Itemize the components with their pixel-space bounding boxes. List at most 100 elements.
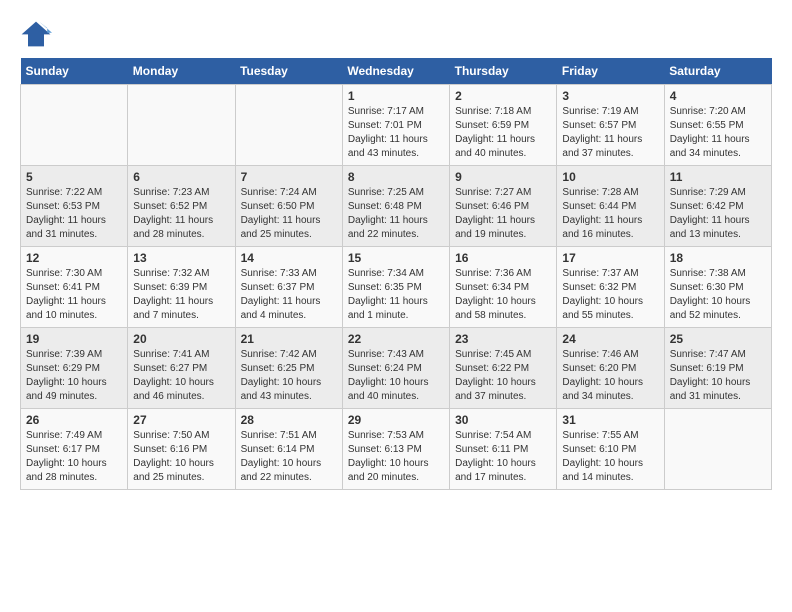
day-info: Sunrise: 7:33 AM Sunset: 6:37 PM Dayligh…: [241, 267, 337, 323]
day-info: Sunrise: 7:18 AM Sunset: 6:59 PM Dayligh…: [455, 105, 551, 161]
calendar-cell: [21, 85, 128, 166]
day-info: Sunrise: 7:41 AM Sunset: 6:27 PM Dayligh…: [133, 348, 229, 404]
day-number: 28: [241, 413, 337, 427]
day-info: Sunrise: 7:20 AM Sunset: 6:55 PM Dayligh…: [670, 105, 766, 161]
calendar-cell: [664, 409, 771, 490]
calendar-table: SundayMondayTuesdayWednesdayThursdayFrid…: [20, 58, 772, 490]
day-info: Sunrise: 7:24 AM Sunset: 6:50 PM Dayligh…: [241, 186, 337, 242]
day-number: 25: [670, 332, 766, 346]
day-number: 16: [455, 251, 551, 265]
calendar-cell: 13 Sunrise: 7:32 AM Sunset: 6:39 PM Dayli…: [128, 247, 235, 328]
logo-icon: [20, 20, 52, 48]
day-info: Sunrise: 7:51 AM Sunset: 6:14 PM Dayligh…: [241, 429, 337, 485]
calendar-cell: 22 Sunrise: 7:43 AM Sunset: 6:24 PM Dayli…: [342, 328, 449, 409]
day-number: 2: [455, 89, 551, 103]
calendar-cell: 28 Sunrise: 7:51 AM Sunset: 6:14 PM Dayli…: [235, 409, 342, 490]
calendar-cell: 6 Sunrise: 7:23 AM Sunset: 6:52 PM Daylig…: [128, 166, 235, 247]
day-number: 13: [133, 251, 229, 265]
calendar-week-5: 26 Sunrise: 7:49 AM Sunset: 6:17 PM Dayli…: [21, 409, 772, 490]
day-info: Sunrise: 7:49 AM Sunset: 6:17 PM Dayligh…: [26, 429, 122, 485]
page-header: [20, 20, 772, 48]
day-number: 17: [562, 251, 658, 265]
calendar-cell: 3 Sunrise: 7:19 AM Sunset: 6:57 PM Daylig…: [557, 85, 664, 166]
day-info: Sunrise: 7:53 AM Sunset: 6:13 PM Dayligh…: [348, 429, 444, 485]
day-number: 30: [455, 413, 551, 427]
day-number: 31: [562, 413, 658, 427]
day-number: 7: [241, 170, 337, 184]
day-info: Sunrise: 7:47 AM Sunset: 6:19 PM Dayligh…: [670, 348, 766, 404]
day-info: Sunrise: 7:50 AM Sunset: 6:16 PM Dayligh…: [133, 429, 229, 485]
calendar-week-4: 19 Sunrise: 7:39 AM Sunset: 6:29 PM Dayli…: [21, 328, 772, 409]
day-number: 14: [241, 251, 337, 265]
weekday-header-monday: Monday: [128, 58, 235, 85]
day-info: Sunrise: 7:28 AM Sunset: 6:44 PM Dayligh…: [562, 186, 658, 242]
day-number: 26: [26, 413, 122, 427]
calendar-week-1: 1 Sunrise: 7:17 AM Sunset: 7:01 PM Daylig…: [21, 85, 772, 166]
day-info: Sunrise: 7:54 AM Sunset: 6:11 PM Dayligh…: [455, 429, 551, 485]
calendar-cell: 5 Sunrise: 7:22 AM Sunset: 6:53 PM Daylig…: [21, 166, 128, 247]
weekday-header-wednesday: Wednesday: [342, 58, 449, 85]
day-number: 23: [455, 332, 551, 346]
day-info: Sunrise: 7:29 AM Sunset: 6:42 PM Dayligh…: [670, 186, 766, 242]
day-info: Sunrise: 7:55 AM Sunset: 6:10 PM Dayligh…: [562, 429, 658, 485]
calendar-cell: 29 Sunrise: 7:53 AM Sunset: 6:13 PM Dayli…: [342, 409, 449, 490]
day-info: Sunrise: 7:17 AM Sunset: 7:01 PM Dayligh…: [348, 105, 444, 161]
calendar-cell: 15 Sunrise: 7:34 AM Sunset: 6:35 PM Dayli…: [342, 247, 449, 328]
day-number: 18: [670, 251, 766, 265]
calendar-cell: 31 Sunrise: 7:55 AM Sunset: 6:10 PM Dayli…: [557, 409, 664, 490]
day-info: Sunrise: 7:45 AM Sunset: 6:22 PM Dayligh…: [455, 348, 551, 404]
calendar-cell: 21 Sunrise: 7:42 AM Sunset: 6:25 PM Dayli…: [235, 328, 342, 409]
day-info: Sunrise: 7:42 AM Sunset: 6:25 PM Dayligh…: [241, 348, 337, 404]
calendar-cell: 18 Sunrise: 7:38 AM Sunset: 6:30 PM Dayli…: [664, 247, 771, 328]
day-info: Sunrise: 7:34 AM Sunset: 6:35 PM Dayligh…: [348, 267, 444, 323]
day-number: 4: [670, 89, 766, 103]
day-number: 29: [348, 413, 444, 427]
calendar-cell: 17 Sunrise: 7:37 AM Sunset: 6:32 PM Dayli…: [557, 247, 664, 328]
calendar-cell: 4 Sunrise: 7:20 AM Sunset: 6:55 PM Daylig…: [664, 85, 771, 166]
day-number: 22: [348, 332, 444, 346]
calendar-cell: 1 Sunrise: 7:17 AM Sunset: 7:01 PM Daylig…: [342, 85, 449, 166]
calendar-cell: 10 Sunrise: 7:28 AM Sunset: 6:44 PM Dayli…: [557, 166, 664, 247]
day-number: 12: [26, 251, 122, 265]
day-number: 24: [562, 332, 658, 346]
day-info: Sunrise: 7:39 AM Sunset: 6:29 PM Dayligh…: [26, 348, 122, 404]
calendar-cell: 24 Sunrise: 7:46 AM Sunset: 6:20 PM Dayli…: [557, 328, 664, 409]
day-info: Sunrise: 7:36 AM Sunset: 6:34 PM Dayligh…: [455, 267, 551, 323]
weekday-header-saturday: Saturday: [664, 58, 771, 85]
day-number: 19: [26, 332, 122, 346]
day-number: 3: [562, 89, 658, 103]
calendar-cell: [235, 85, 342, 166]
calendar-week-3: 12 Sunrise: 7:30 AM Sunset: 6:41 PM Dayli…: [21, 247, 772, 328]
day-info: Sunrise: 7:32 AM Sunset: 6:39 PM Dayligh…: [133, 267, 229, 323]
day-info: Sunrise: 7:25 AM Sunset: 6:48 PM Dayligh…: [348, 186, 444, 242]
logo: [20, 20, 56, 48]
calendar-cell: 9Sunrise: 7:27 AM Sunset: 6:46 PM Daylig…: [450, 166, 557, 247]
day-number: 15: [348, 251, 444, 265]
calendar-cell: [128, 85, 235, 166]
calendar-cell: 14 Sunrise: 7:33 AM Sunset: 6:37 PM Dayli…: [235, 247, 342, 328]
weekday-header-thursday: Thursday: [450, 58, 557, 85]
day-info: Sunrise: 7:22 AM Sunset: 6:53 PM Dayligh…: [26, 186, 122, 242]
day-number: 6: [133, 170, 229, 184]
weekday-header-row: SundayMondayTuesdayWednesdayThursdayFrid…: [21, 58, 772, 85]
day-number: 5: [26, 170, 122, 184]
calendar-week-2: 5 Sunrise: 7:22 AM Sunset: 6:53 PM Daylig…: [21, 166, 772, 247]
day-info: Sunrise: 7:23 AM Sunset: 6:52 PM Dayligh…: [133, 186, 229, 242]
day-number: 1: [348, 89, 444, 103]
day-number: 21: [241, 332, 337, 346]
calendar-cell: 11Sunrise: 7:29 AM Sunset: 6:42 PM Dayli…: [664, 166, 771, 247]
weekday-header-tuesday: Tuesday: [235, 58, 342, 85]
day-info: Sunrise: 7:37 AM Sunset: 6:32 PM Dayligh…: [562, 267, 658, 323]
day-info: Sunrise: 7:27 AM Sunset: 6:46 PM Dayligh…: [455, 186, 551, 242]
calendar-cell: 19 Sunrise: 7:39 AM Sunset: 6:29 PM Dayli…: [21, 328, 128, 409]
calendar-cell: 8 Sunrise: 7:25 AM Sunset: 6:48 PM Daylig…: [342, 166, 449, 247]
day-info: Sunrise: 7:43 AM Sunset: 6:24 PM Dayligh…: [348, 348, 444, 404]
day-number: 10: [562, 170, 658, 184]
day-info: Sunrise: 7:46 AM Sunset: 6:20 PM Dayligh…: [562, 348, 658, 404]
calendar-cell: 2 Sunrise: 7:18 AM Sunset: 6:59 PM Daylig…: [450, 85, 557, 166]
day-number: 27: [133, 413, 229, 427]
day-info: Sunrise: 7:30 AM Sunset: 6:41 PM Dayligh…: [26, 267, 122, 323]
day-info: Sunrise: 7:19 AM Sunset: 6:57 PM Dayligh…: [562, 105, 658, 161]
day-info: Sunrise: 7:38 AM Sunset: 6:30 PM Dayligh…: [670, 267, 766, 323]
day-number: 8: [348, 170, 444, 184]
